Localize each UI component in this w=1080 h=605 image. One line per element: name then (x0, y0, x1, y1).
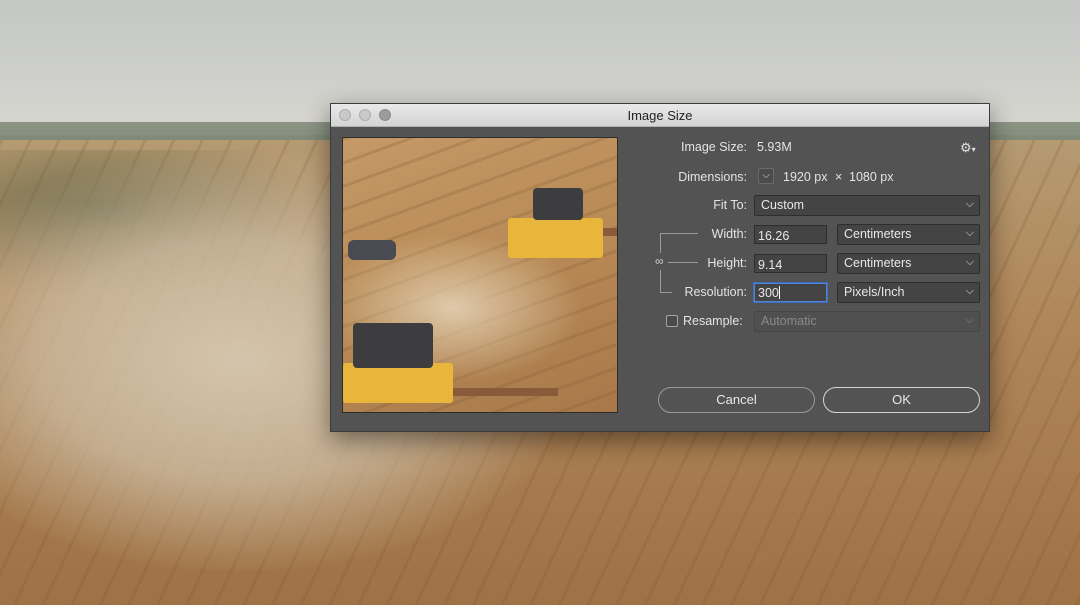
chevron-down-icon: ⌵ (965, 256, 974, 268)
preview-harvester (493, 188, 617, 278)
preview-car (348, 240, 396, 260)
resolution-value: 300 (758, 286, 779, 300)
link-bracket-top (660, 233, 698, 234)
height-unit-value: Centimeters (844, 256, 912, 270)
link-constrain-icon[interactable]: ∞ (655, 254, 664, 268)
text-caret (778, 286, 780, 299)
fit-to-select[interactable]: Custom ⌵ (754, 195, 980, 216)
image-size-value: 5.93M (757, 140, 792, 154)
height-label: Height: (707, 256, 747, 270)
chevron-down-icon: ⌵ (965, 314, 974, 326)
link-bracket-middle (668, 262, 698, 263)
resolution-input[interactable]: 300 (754, 283, 827, 302)
width-unit-value: Centimeters (844, 227, 912, 241)
resolution-label: Resolution: (684, 285, 747, 299)
resample-label: Resample: (683, 314, 743, 328)
fit-to-label: Fit To: (713, 198, 747, 212)
chevron-down-icon: ⌵ (965, 227, 974, 239)
fit-to-value: Custom (761, 198, 805, 212)
width-unit-select[interactable]: Centimeters ⌵ (837, 224, 980, 245)
resample-checkbox[interactable] (666, 315, 678, 327)
chevron-down-icon: ⌵ (965, 285, 974, 297)
dimensions-label: Dimensions: (678, 170, 747, 184)
image-preview[interactable] (342, 137, 618, 413)
link-bracket-upper (660, 233, 661, 253)
link-bracket-bottom (660, 292, 672, 293)
image-size-label: Image Size: (680, 140, 747, 154)
resolution-unit-value: Pixels/Inch (844, 285, 905, 299)
height-input[interactable] (754, 254, 827, 273)
resample-method-select[interactable]: Automatic ⌵ (754, 311, 980, 332)
link-bracket-lower (660, 270, 661, 292)
resolution-unit-select[interactable]: Pixels/Inch ⌵ (837, 282, 980, 303)
gear-icon[interactable]: ⚙▾ (960, 140, 976, 156)
preview-harvester (343, 323, 563, 412)
dimensions-units-chevron-icon[interactable]: ⌵ (758, 168, 774, 184)
width-input[interactable] (754, 225, 827, 244)
ok-button[interactable]: OK (823, 387, 980, 413)
height-unit-select[interactable]: Centimeters ⌵ (837, 253, 980, 274)
dimensions-height-px: 1080 px (849, 170, 894, 184)
dimensions-times: × (835, 170, 843, 184)
dialog-title: Image Size (627, 108, 693, 123)
resample-method-value: Automatic (761, 314, 817, 328)
image-size-dialog: Image Size Image Size: 5.93M ⚙▾ Dimensio… (330, 103, 990, 432)
width-label: Width: (711, 227, 747, 241)
dimensions-width-px: 1920 px (783, 170, 828, 184)
cancel-button[interactable]: Cancel (658, 387, 815, 413)
title-bar[interactable]: Image Size (331, 104, 989, 127)
chevron-down-icon: ⌵ (965, 198, 974, 210)
